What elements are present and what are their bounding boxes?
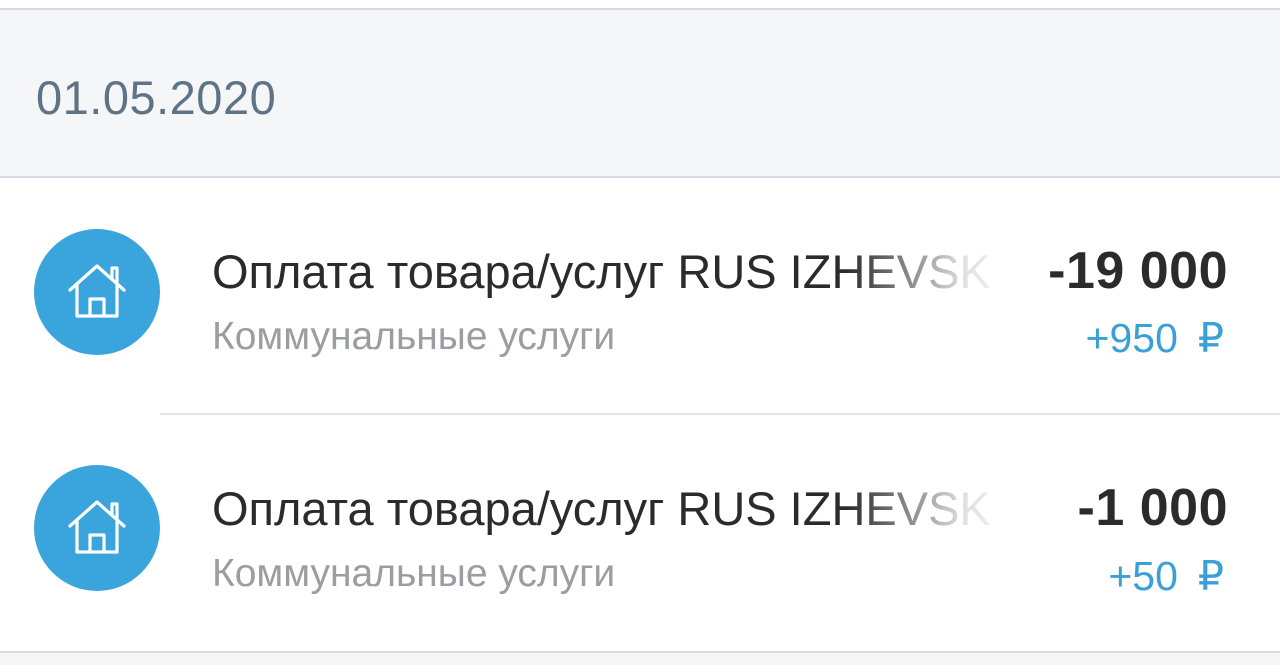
date-group-header: 01.05.2020 (0, 10, 1280, 176)
transaction-amount: -19 000 (1048, 242, 1228, 300)
cashback-value: +950 (1085, 315, 1178, 361)
ruble-sign: ₽ (1197, 553, 1224, 599)
cashback-value: +50 (1108, 553, 1178, 599)
transaction-category: Коммунальные услуги (212, 552, 616, 595)
transaction-row[interactable]: Оплата товара/услуг RUS IZHEVSK Коммунал… (0, 178, 1280, 414)
ruble-sign: ₽ (1197, 315, 1224, 361)
cashback-amount: +50 ₽ (1108, 552, 1224, 600)
transaction-title-wrap: Оплата товара/услуг RUS IZHEVSK (212, 481, 1027, 536)
transaction-amount: -1 000 (1077, 479, 1228, 537)
house-icon (34, 229, 160, 355)
cashback-amount: +950 ₽ (1086, 314, 1224, 362)
date-header-label: 01.05.2020 (36, 71, 277, 124)
transaction-title-wrap: Оплата товара/услуг RUS IZHEVSK (212, 244, 1027, 299)
next-section-strip (0, 653, 1280, 665)
house-icon (34, 465, 160, 591)
transaction-row[interactable]: Оплата товара/услуг RUS IZHEVSK Коммунал… (0, 415, 1280, 651)
transaction-category: Коммунальные услуги (212, 315, 616, 358)
transactions-screen: 01.05.2020 Оплата товара/услуг RUS IZHEV… (0, 0, 1280, 665)
